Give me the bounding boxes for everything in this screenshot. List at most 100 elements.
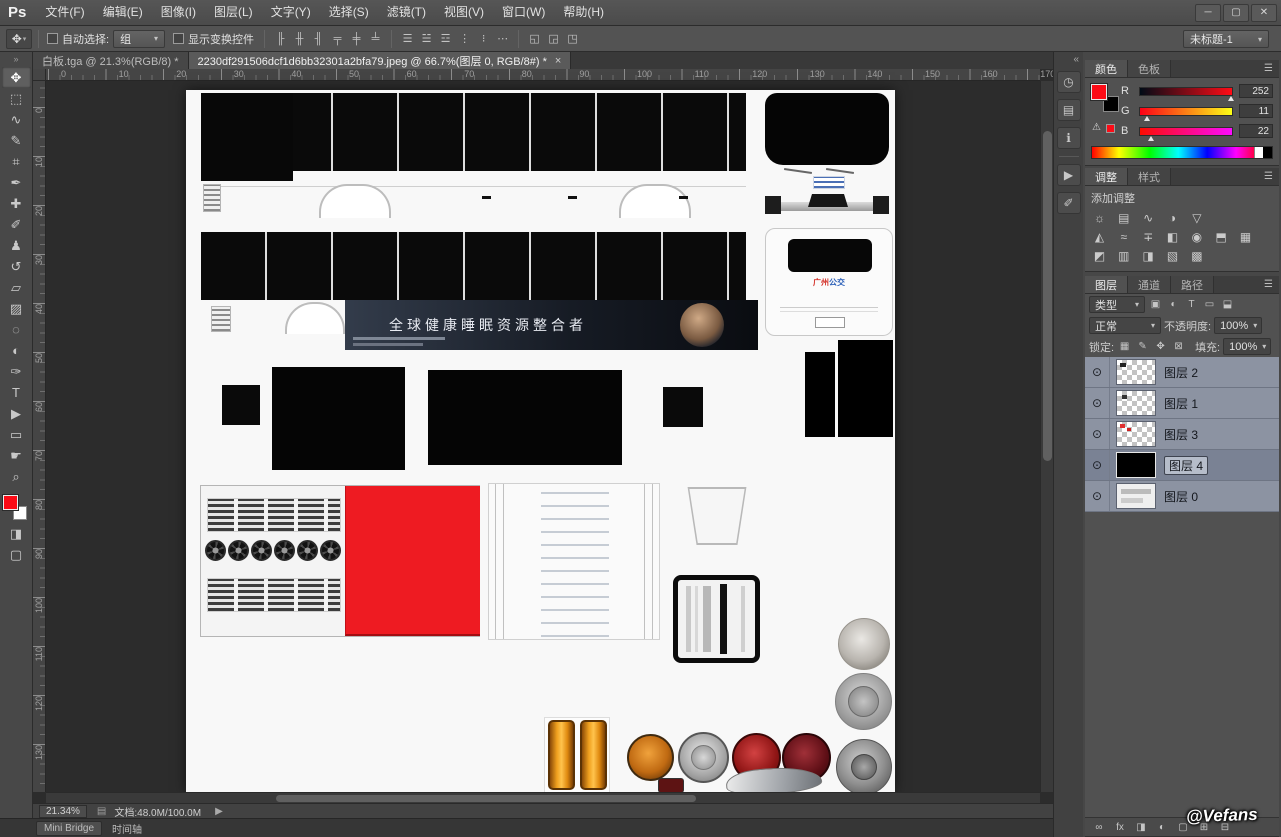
black-white-icon[interactable]: ◧: [1163, 228, 1182, 245]
adjustment-layer-icon[interactable]: ◐: [1156, 822, 1168, 833]
visibility-cell[interactable]: ⊙: [1085, 388, 1110, 418]
document-canvas[interactable]: 全球健康睡眠资源整合者 广州公交: [186, 90, 895, 792]
horizontal-scrollbar-thumb[interactable]: [276, 795, 696, 802]
channel-slider-g[interactable]: [1139, 107, 1233, 116]
document-tab[interactable]: 白板.tga @ 21.3%(RGB/8) *: [33, 52, 189, 69]
shape-filter-icon[interactable]: ▭: [1202, 299, 1217, 310]
brush-tool[interactable]: ✐: [2, 214, 31, 235]
visibility-cell[interactable]: ⊙: [1085, 481, 1110, 511]
tab-swatches[interactable]: 色板: [1128, 60, 1171, 77]
layer-filter-dropdown[interactable]: 类型▾: [1089, 296, 1145, 313]
slider-thumb-icon[interactable]: [1148, 136, 1154, 141]
vertical-scrollbar-thumb[interactable]: [1043, 131, 1052, 461]
link-layers-icon[interactable]: ∞: [1093, 822, 1105, 833]
gradient-map-icon[interactable]: ▧: [1163, 247, 1182, 264]
tab-paths[interactable]: 路径: [1171, 276, 1214, 293]
eyedropper-tool[interactable]: ✒: [2, 172, 31, 193]
menu-view[interactable]: 视图(V): [435, 0, 493, 25]
quick-selection-tool[interactable]: ✎: [2, 130, 31, 151]
3d-mode-icon-3[interactable]: ◳: [564, 31, 581, 47]
menu-help[interactable]: 帮助(H): [554, 0, 613, 25]
layer-name[interactable]: 图层 0: [1164, 488, 1198, 505]
menu-layer[interactable]: 图层(L): [205, 0, 262, 25]
visibility-cell[interactable]: ⊙: [1085, 419, 1110, 449]
menu-type[interactable]: 文字(Y): [262, 0, 320, 25]
menu-window[interactable]: 窗口(W): [493, 0, 554, 25]
photo-filter-icon[interactable]: ◉: [1187, 228, 1206, 245]
healing-brush-tool[interactable]: ✚: [2, 193, 31, 214]
channel-value-r[interactable]: 252: [1239, 84, 1273, 98]
tab-styles[interactable]: 样式: [1128, 168, 1171, 185]
align-middle-icon[interactable]: ╪: [348, 31, 365, 47]
lasso-tool[interactable]: ∿: [2, 109, 31, 130]
layer-thumbnail[interactable]: [1116, 483, 1156, 509]
panel-menu-icon[interactable]: ☰: [1258, 168, 1279, 185]
posterize-icon[interactable]: ▥: [1114, 247, 1133, 264]
layer-thumbnail[interactable]: [1116, 390, 1156, 416]
align-left-icon[interactable]: ╟: [272, 31, 289, 47]
show-transform-checkbox[interactable]: [173, 33, 184, 44]
panel-menu-icon[interactable]: ☰: [1258, 276, 1279, 293]
adjustment-filter-icon[interactable]: ◐: [1166, 299, 1181, 310]
pen-tool[interactable]: ✑: [2, 361, 31, 382]
eraser-tool[interactable]: ▱: [2, 277, 31, 298]
type-filter-icon[interactable]: T: [1184, 299, 1199, 310]
vibrance-icon[interactable]: ◭: [1090, 228, 1109, 245]
expand-icon[interactable]: ▽: [1187, 209, 1206, 226]
workspace-switcher[interactable]: 未标题-1▾: [1183, 30, 1269, 48]
threshold-icon[interactable]: ◨: [1139, 247, 1158, 264]
vertical-ruler[interactable]: 0102030405060708090100110120130: [33, 81, 46, 792]
3d-mode-icon-1[interactable]: ◱: [526, 31, 543, 47]
blur-tool[interactable]: ◌: [2, 319, 31, 340]
layer-row[interactable]: ⊙ 图层 1: [1085, 388, 1279, 419]
vertical-scrollbar[interactable]: [1040, 81, 1053, 792]
dock-collapse-icon[interactable]: «: [1054, 52, 1083, 68]
move-tool[interactable]: ✥: [2, 67, 31, 88]
auto-select-checkbox[interactable]: [47, 33, 58, 44]
tab-channels[interactable]: 通道: [1128, 276, 1171, 293]
toolbar-collapse-icon[interactable]: »: [0, 52, 32, 67]
layer-row[interactable]: ⊙ 图层 2: [1085, 357, 1279, 388]
gamut-color-chip[interactable]: [1106, 124, 1115, 133]
curves-icon[interactable]: ∿: [1139, 209, 1158, 226]
current-tool-icon[interactable]: ✥▾: [6, 29, 32, 49]
clone-stamp-tool[interactable]: ♟: [2, 235, 31, 256]
align-center-h-icon[interactable]: ╫: [291, 31, 308, 47]
layer-thumbnail[interactable]: [1116, 359, 1156, 385]
slider-thumb-icon[interactable]: [1144, 116, 1150, 121]
hand-tool[interactable]: ☛: [2, 445, 31, 466]
distribute-middle-icon[interactable]: ☱: [418, 31, 435, 47]
gradient-tool[interactable]: ▨: [2, 298, 31, 319]
align-right-icon[interactable]: ╢: [310, 31, 327, 47]
horizontal-scrollbar[interactable]: [46, 792, 1040, 803]
channel-slider-r[interactable]: [1139, 87, 1233, 96]
opacity-dropdown[interactable]: 100%▾: [1214, 317, 1262, 334]
fill-dropdown[interactable]: 100%▾: [1223, 338, 1271, 355]
marquee-tool[interactable]: ⬚: [2, 88, 31, 109]
layer-thumbnail[interactable]: [1116, 452, 1156, 478]
channel-value-b[interactable]: 22: [1239, 124, 1273, 138]
spectrum-white-chip[interactable]: [1254, 147, 1263, 158]
timeline-tab[interactable]: 时间轴: [112, 821, 142, 836]
color-lookup-icon[interactable]: ▦: [1236, 228, 1255, 245]
lock-all-icon[interactable]: ⊠: [1171, 341, 1186, 352]
tab-layers[interactable]: 图层: [1085, 276, 1128, 293]
crop-tool[interactable]: ⌗: [2, 151, 31, 172]
zoom-tool[interactable]: ⌕: [2, 466, 31, 487]
distribute-center-icon[interactable]: ⁝: [475, 31, 492, 47]
properties-panel-icon[interactable]: ▤: [1057, 99, 1081, 121]
visibility-cell[interactable]: ⊙: [1085, 357, 1110, 387]
tab-color[interactable]: 颜色: [1085, 60, 1128, 77]
history-panel-icon[interactable]: ◷: [1057, 71, 1081, 93]
layer-name[interactable]: 图层 4: [1164, 456, 1208, 475]
layer-effects-icon[interactable]: fx: [1114, 822, 1126, 833]
brush-panel-icon[interactable]: ✐: [1057, 192, 1081, 214]
tab-adjustments[interactable]: 调整: [1085, 168, 1128, 185]
pixel-filter-icon[interactable]: ▣: [1148, 299, 1163, 310]
visibility-cell[interactable]: ⊙: [1085, 450, 1110, 480]
layer-row-selected[interactable]: ⊙ 图层 4: [1085, 450, 1279, 481]
selective-color-icon[interactable]: ▩: [1187, 247, 1206, 264]
minimize-icon[interactable]: ─: [1195, 4, 1221, 22]
panel-foreground-swatch[interactable]: [1091, 84, 1107, 100]
channel-value-g[interactable]: 11: [1239, 104, 1273, 118]
